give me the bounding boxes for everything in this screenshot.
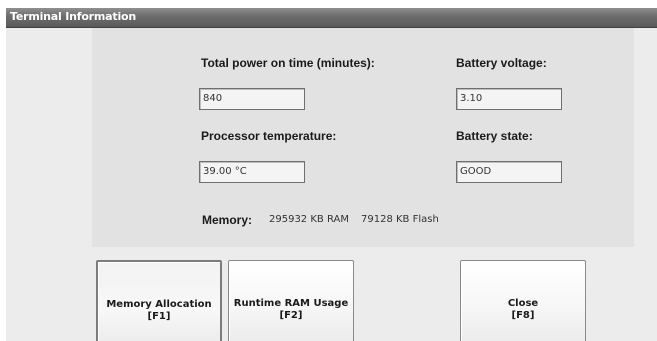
battery-state-field: GOOD	[456, 161, 562, 183]
close-button-key: [F8]	[511, 310, 535, 321]
memory-allocation-button-text: Memory Allocation [F1]	[98, 299, 220, 323]
title-bar: Terminal Information	[6, 8, 657, 28]
terminal-information-window: Terminal Information Total power on time…	[6, 8, 657, 341]
close-button[interactable]: Close [F8]	[460, 260, 586, 341]
close-button-text: Close [F8]	[461, 298, 585, 322]
battery-voltage-label: Battery voltage:	[456, 56, 547, 70]
memory-ram-value: 295932 KB RAM	[269, 214, 349, 225]
battery-state-label: Battery state:	[456, 129, 533, 143]
window-title: Terminal Information	[10, 10, 137, 23]
close-button-label: Close	[507, 298, 539, 309]
memory-label: Memory:	[202, 213, 253, 227]
runtime-ram-usage-button-key: [F2]	[279, 310, 303, 321]
processor-temperature-field: 39.00 °C	[199, 161, 305, 183]
memory-flash-value: 79128 KB Flash	[361, 214, 439, 225]
battery-voltage-field: 3.10	[456, 88, 562, 110]
memory-allocation-button-key: [F1]	[147, 311, 171, 322]
memory-allocation-button-label: Memory Allocation	[106, 299, 212, 310]
power-on-time-field: 840	[199, 88, 305, 110]
runtime-ram-usage-button-label: Runtime RAM Usage	[233, 298, 349, 309]
processor-temperature-label: Processor temperature:	[201, 129, 337, 143]
runtime-ram-usage-button[interactable]: Runtime RAM Usage [F2]	[228, 260, 354, 341]
power-on-time-label: Total power on time (minutes):	[201, 56, 375, 70]
info-panel: Total power on time (minutes): 840 Batte…	[92, 28, 634, 247]
runtime-ram-usage-button-text: Runtime RAM Usage [F2]	[229, 298, 353, 322]
memory-allocation-button[interactable]: Memory Allocation [F1]	[96, 260, 222, 341]
